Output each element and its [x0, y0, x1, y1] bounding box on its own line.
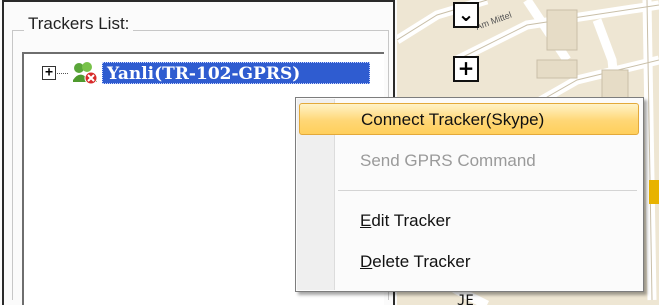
trackers-list-title-text: Trackers List	[28, 14, 125, 33]
menu-item-label: elete Tracker	[372, 252, 471, 271]
svg-text:JE: JE	[457, 293, 474, 305]
plus-icon: +	[457, 56, 475, 80]
menu-item-connect-tracker[interactable]: Connect Tracker(Skype)	[299, 103, 639, 135]
menu-item-edit-tracker[interactable]: Edit Tracker	[336, 205, 637, 237]
tracker-offline-icon	[73, 62, 98, 85]
menu-item-send-gprs-command: Send GPRS Command	[336, 145, 637, 177]
tree-expander-icon[interactable]: +	[42, 66, 56, 80]
menu-item-mnemonic: E	[360, 211, 372, 230]
arrow-down-icon: ⌄	[457, 2, 475, 26]
tree-connector	[57, 73, 68, 74]
menu-item-delete-tracker[interactable]: Delete Tracker	[336, 246, 637, 278]
tracker-context-menu: Connect Tracker(Skype) Send GPRS Command…	[295, 97, 644, 292]
menu-item-label: dit Tracker	[371, 211, 451, 230]
map-zoom-in-button[interactable]: +	[453, 56, 479, 82]
menu-item-label: Send GPRS Command	[360, 151, 536, 170]
street-label: Am Mittel	[474, 10, 513, 32]
trackers-list-title: Trackers List:	[24, 14, 134, 34]
menu-separator	[338, 190, 637, 191]
map-pan-down-button[interactable]: ⌄	[453, 2, 479, 28]
menu-item-label: Connect Tracker(Skype)	[361, 110, 545, 129]
tracker-item-label[interactable]: Yanli(TR-102-GPRS)	[102, 62, 370, 84]
menu-item-mnemonic: D	[360, 252, 373, 271]
